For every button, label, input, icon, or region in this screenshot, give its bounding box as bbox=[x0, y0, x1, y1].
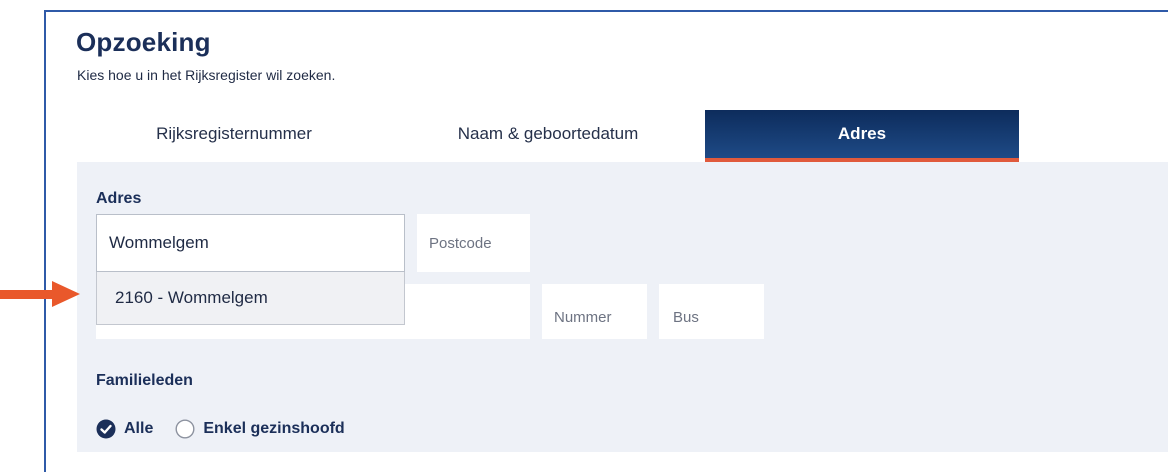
option-alle[interactable]: Alle bbox=[96, 419, 153, 439]
tab-naam-geboortedatum[interactable]: Naam & geboortedatum bbox=[391, 110, 705, 158]
pointer-arrow-icon bbox=[0, 281, 80, 307]
option-enkel-gezinshoofd-label: Enkel gezinshoofd bbox=[203, 420, 345, 437]
radio-circle-icon bbox=[175, 419, 195, 439]
municipality-input[interactable]: Wommelgem bbox=[96, 214, 405, 272]
search-tabs: Rijksregisternummer Naam & geboortedatum… bbox=[77, 110, 1168, 162]
page-title: Opzoeking bbox=[76, 27, 211, 57]
tab-adres[interactable]: Adres bbox=[705, 110, 1019, 162]
family-section-label: Familieleden bbox=[96, 372, 193, 389]
family-options: Alle Enkel gezinshoofd bbox=[96, 419, 345, 439]
page-subtitle: Kies hoe u in het Rijksregister wil zoek… bbox=[77, 67, 336, 83]
tab-rijksregisternummer[interactable]: Rijksregisternummer bbox=[77, 110, 391, 158]
municipality-suggestion[interactable]: 2160 - Wommelgem bbox=[96, 272, 405, 325]
address-section-label: Adres bbox=[96, 190, 142, 207]
option-enkel-gezinshoofd[interactable]: Enkel gezinshoofd bbox=[175, 419, 345, 439]
bus-input[interactable]: Bus bbox=[659, 284, 764, 339]
option-alle-label: Alle bbox=[124, 420, 154, 437]
checked-circle-icon bbox=[96, 419, 116, 439]
number-input[interactable]: Nummer bbox=[542, 284, 647, 339]
postcode-input[interactable]: Postcode bbox=[417, 214, 530, 272]
